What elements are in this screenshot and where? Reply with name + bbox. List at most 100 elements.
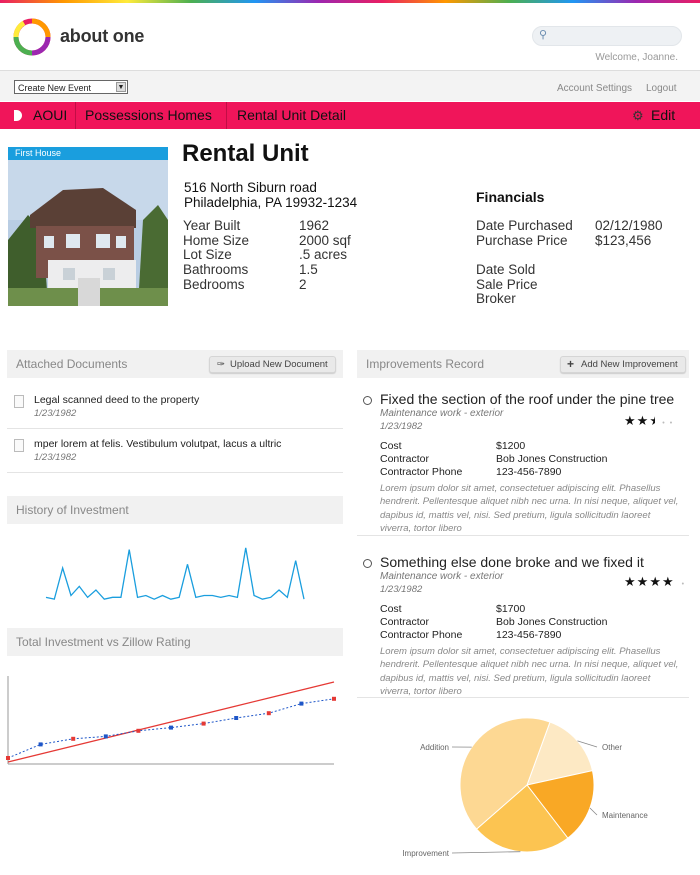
- detail-value: 1.5: [299, 262, 318, 278]
- breadcrumb-nav: AOUI Possessions Homes Rental Unit Detai…: [0, 102, 700, 129]
- detail-label: Home Size: [183, 232, 250, 248]
- cost-label: Cost: [380, 603, 402, 615]
- improvement-title[interactable]: Something else done broke and we fixed i…: [380, 554, 644, 570]
- improvement-category: Maintenance work - exterior: [380, 408, 504, 419]
- welcome-text: Welcome, Joanne.: [595, 52, 678, 63]
- improvement-notes: Lorem ipsum dolor sit amet, consectetuer…: [380, 483, 679, 535]
- house-photo: [8, 160, 168, 306]
- data-point: [6, 756, 10, 760]
- property-detail-values: 1962 2000 sqf .5 acres 1.5 2: [299, 218, 351, 293]
- zillow-line-chart: [6, 676, 336, 765]
- nav-item-aoui[interactable]: AOUI: [33, 102, 67, 129]
- history-sparkline: [45, 547, 305, 600]
- detail-label: Bathrooms: [183, 262, 249, 278]
- financial-label: Purchase Price: [476, 233, 568, 248]
- improvements-title: Improvements Record: [366, 357, 485, 371]
- star-full-icon: ★: [624, 574, 637, 589]
- search-icon: ⚲: [539, 29, 548, 41]
- history-series-line: [45, 547, 305, 600]
- improvement-date: 1/23/1982: [380, 421, 423, 432]
- add-improvement-label: Add New Improvement: [581, 359, 678, 370]
- data-point: [332, 696, 336, 701]
- pie-leader-line: [589, 807, 598, 816]
- create-event-select[interactable]: Create New Event ▼: [14, 80, 128, 94]
- contractor-label: Contractor: [380, 616, 430, 628]
- history-title: History of Investment: [16, 503, 129, 517]
- data-point: [38, 742, 43, 747]
- detail-value: 2: [299, 276, 307, 292]
- zillow-panel-header: Total Investment vs Zillow Rating: [7, 628, 343, 656]
- plus-icon: +: [567, 357, 575, 371]
- document-title[interactable]: mper lorem at felis. Vestibulum volutpat…: [34, 438, 281, 450]
- financial-label: Date Sold: [476, 262, 536, 277]
- improvement-bullet-icon: [363, 559, 372, 568]
- document-title[interactable]: Legal scanned deed to the property: [34, 394, 199, 406]
- pie-label: Other: [602, 743, 622, 752]
- paperclip-icon: ✑: [217, 359, 225, 370]
- nav-toggle-icon[interactable]: [14, 110, 22, 121]
- pie-leader-line: [451, 851, 521, 854]
- documents-title: Attached Documents: [16, 357, 128, 371]
- row-divider: [7, 428, 343, 429]
- contractor-value: Bob Jones Construction: [496, 453, 608, 465]
- investment-series-line: [7, 681, 335, 763]
- document-icon: [14, 395, 24, 408]
- detail-value: .5 acres: [299, 247, 348, 263]
- contractor-value: Bob Jones Construction: [496, 616, 608, 628]
- improvement-title[interactable]: Fixed the section of the roof under the …: [380, 391, 674, 407]
- data-point: [169, 725, 173, 730]
- nav-separator: [226, 102, 227, 129]
- cost-value: $1200: [496, 440, 526, 452]
- search-input[interactable]: ⚲: [532, 26, 682, 46]
- add-improvement-button[interactable]: + Add New Improvement: [560, 356, 686, 373]
- contractor-label: Contractor: [380, 453, 430, 465]
- contractor-phone-label: Contractor Phone: [380, 629, 463, 641]
- data-point: [299, 701, 304, 706]
- row-divider: [357, 697, 689, 698]
- gear-icon[interactable]: ⚙: [632, 102, 644, 129]
- data-point: [136, 728, 141, 733]
- upload-document-label: Upload New Document: [230, 359, 328, 370]
- property-details: Year Built Home Size Lot Size Bathrooms …: [183, 218, 250, 293]
- star-full-icon: ★: [661, 574, 675, 589]
- data-point: [201, 721, 206, 726]
- cost-value: $1700: [496, 603, 526, 615]
- contractor-phone-value: 123-456-7890: [496, 629, 562, 641]
- page-title: Rental Unit: [182, 140, 309, 167]
- detail-label: Lot Size: [183, 247, 232, 263]
- document-date: 1/23/1982: [34, 452, 77, 463]
- pie-label: Maintenance: [602, 811, 648, 820]
- document-icon: [14, 439, 24, 452]
- star-empty-icon: ••: [655, 420, 678, 427]
- pie-label: Addition: [420, 743, 449, 752]
- nav-item-possessions-homes[interactable]: Possessions Homes: [85, 102, 212, 129]
- data-point: [71, 736, 76, 741]
- improvement-notes: Lorem ipsum dolor sit amet, consectetuer…: [380, 646, 679, 698]
- improvement-bullet-icon: [363, 396, 372, 405]
- address-line-1: 516 North Siburn road: [184, 180, 317, 195]
- star-full-icon: ★: [636, 574, 650, 589]
- detail-label: Bedrooms: [183, 276, 245, 292]
- nav-item-rental-unit-detail[interactable]: Rental Unit Detail: [237, 102, 346, 129]
- improvements-panel-header: Improvements Record + Add New Improvemen…: [357, 350, 689, 378]
- create-event-selected: Create New Event: [18, 83, 92, 93]
- row-divider: [7, 472, 343, 473]
- detail-value: 1962: [299, 218, 330, 233]
- chevron-down-icon: ▼: [116, 82, 126, 92]
- rating-stars: ★★★ ••: [624, 413, 677, 429]
- row-divider: [357, 535, 689, 536]
- cost-label: Cost: [380, 440, 402, 452]
- financial-value: 02/12/1980: [595, 218, 663, 233]
- data-point: [234, 716, 239, 720]
- logout-link[interactable]: Logout: [646, 83, 677, 94]
- star-empty-icon: •: [674, 581, 690, 588]
- star-full-icon: ★: [636, 413, 650, 428]
- star-full-icon: ★: [649, 574, 662, 589]
- edit-button[interactable]: Edit: [651, 102, 675, 129]
- account-settings-link[interactable]: Account Settings: [557, 83, 632, 94]
- upload-document-button[interactable]: ✑ Upload New Document: [209, 356, 336, 373]
- brand-name: about one: [60, 26, 145, 46]
- zillow-title: Total Investment vs Zillow Rating: [16, 635, 191, 649]
- photo-label: First House: [8, 147, 168, 160]
- detail-value: 2000 sqf: [299, 232, 351, 248]
